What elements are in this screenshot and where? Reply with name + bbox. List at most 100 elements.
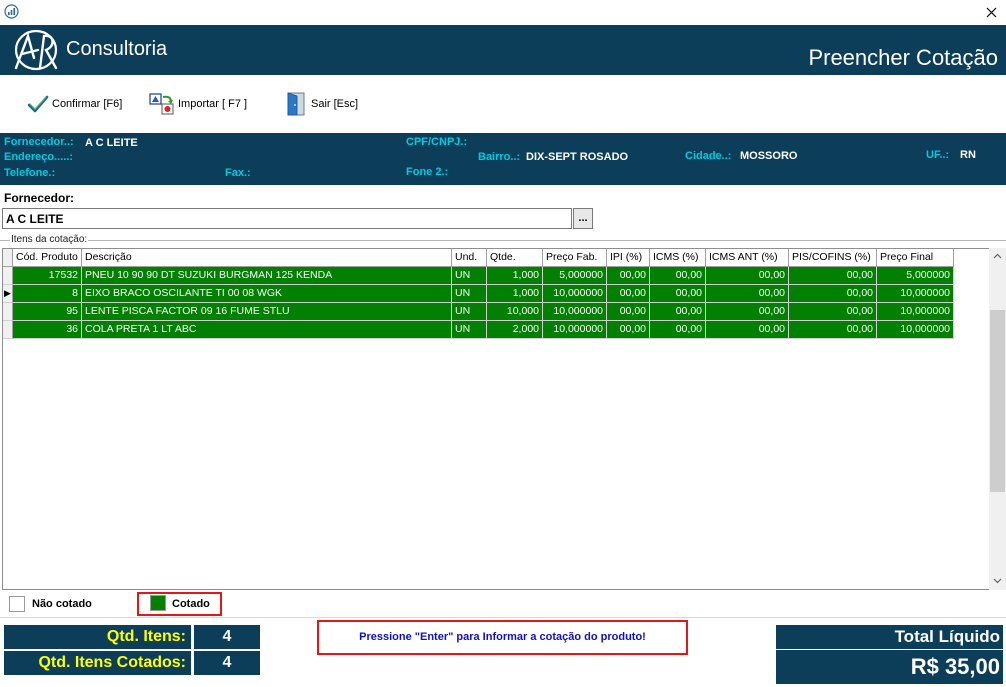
table-cell: 95	[13, 303, 82, 321]
confirm-button[interactable]: Confirmar [F6]	[27, 92, 122, 116]
column-header[interactable]: Preço Final	[877, 249, 954, 267]
table-cell: 10,000000	[877, 303, 954, 321]
table-cell: 00,00	[650, 303, 706, 321]
items-grid[interactable]: Cód. Produto Descrição Und. Qtde. Preço …	[2, 248, 990, 590]
table-cell: 8	[13, 285, 82, 303]
table-cell: 00,00	[789, 267, 877, 285]
table-row[interactable]: ▶ 8 EIXO BRACO OSCILANTE TI 00 08 WGK UN…	[3, 285, 954, 303]
table-cell: 00,00	[789, 303, 877, 321]
table-cell: 10,000000	[543, 285, 607, 303]
column-header[interactable]: Preço Fab.	[543, 249, 607, 267]
logo-text: Consultoria	[66, 38, 168, 60]
page-title: Preencher Cotação	[808, 45, 998, 70]
checkmark-icon	[27, 95, 49, 113]
table-cell: 00,00	[706, 321, 789, 339]
not-quoted-label: Não cotado	[32, 598, 92, 610]
table-row[interactable]: 17532 PNEU 10 90 90 DT SUZUKI BURGMAN 12…	[3, 267, 954, 285]
fornecedor-info-value: A C LEITE	[85, 137, 138, 149]
column-header[interactable]: PIS/COFINS (%)	[789, 249, 877, 267]
table-cell: 00,00	[706, 285, 789, 303]
table-cell: UN	[452, 267, 487, 285]
grid-vertical-scrollbar[interactable]	[989, 248, 1006, 590]
supplier-info-panel: Fornecedor..: A C LEITE CPF/CNPJ.: Ender…	[0, 133, 1006, 185]
cidade-label: Cidade..:	[685, 150, 732, 162]
table-cell: 00,00	[706, 267, 789, 285]
import-icon	[149, 93, 174, 115]
scroll-down-button[interactable]	[989, 573, 1006, 590]
confirm-label: Confirmar [F6]	[52, 98, 123, 110]
table-cell: 10,000000	[543, 321, 607, 339]
current-row-marker: ▶	[3, 285, 13, 303]
total-liquido-label: Total Líquido	[776, 625, 1003, 649]
quoted-label: Cotado	[172, 598, 210, 610]
enter-hint: Pressione "Enter" para Informar a cotaçã…	[317, 620, 688, 655]
cpf-cnpj-label: CPF/CNPJ.:	[406, 136, 468, 148]
telefone-label: Telefone.:	[4, 167, 56, 179]
table-cell: 00,00	[607, 321, 650, 339]
table-cell: UN	[452, 303, 487, 321]
column-header[interactable]: Und.	[452, 249, 487, 267]
company-logo	[14, 29, 58, 71]
items-legend: Itens da cotação:	[10, 234, 89, 245]
table-cell: 00,00	[607, 303, 650, 321]
chevron-up-icon	[993, 253, 1002, 259]
chart-icon	[4, 4, 19, 19]
row-indicator-header	[3, 249, 13, 267]
table-cell: 00,00	[650, 285, 706, 303]
endereco-label: Endereço.....:	[4, 151, 74, 163]
table-row[interactable]: 36 COLA PRETA 1 LT ABC UN 2,000 10,00000…	[3, 321, 954, 339]
scroll-thumb[interactable]	[990, 310, 1005, 492]
table-cell: 17532	[13, 267, 82, 285]
column-header[interactable]: Cód. Produto	[13, 249, 82, 267]
fornecedor-field-label: Fornecedor:	[4, 191, 75, 205]
qtd-itens-value: 4	[194, 625, 260, 649]
cidade-value: MOSSORO	[740, 150, 798, 162]
table-cell: EIXO BRACO OSCILANTE TI 00 08 WGK	[82, 285, 452, 303]
exit-button[interactable]: Sair [Esc]	[286, 92, 358, 116]
scroll-up-button[interactable]	[989, 248, 1006, 265]
fornecedor-lookup-button[interactable]: ...	[573, 208, 593, 229]
uf-label: UF..:	[926, 149, 950, 161]
total-liquido-value: R$ 35,00	[776, 650, 1003, 684]
column-header[interactable]: IPI (%)	[607, 249, 650, 267]
table-cell: 10,000	[487, 303, 543, 321]
column-header[interactable]: ICMS ANT (%)	[706, 249, 789, 267]
bairro-label: Bairro..:	[478, 151, 521, 163]
table-cell: 00,00	[650, 321, 706, 339]
uf-value: RN	[960, 149, 976, 161]
qtd-itens-label: Qtd. Itens:	[4, 625, 191, 649]
column-header[interactable]: Qtde.	[487, 249, 543, 267]
table-cell: 00,00	[650, 267, 706, 285]
toolbar: Confirmar [F6] Importar [ F7 ] Sair [Esc…	[0, 75, 1006, 133]
import-button[interactable]: Importar [ F7 ]	[149, 92, 247, 116]
fax-label: Fax.:	[225, 167, 251, 179]
table-cell: 00,00	[607, 285, 650, 303]
quoted-swatch	[150, 595, 166, 611]
table-row[interactable]: 95 LENTE PISCA FACTOR 09 16 FUME STLU UN…	[3, 303, 954, 321]
table-cell: UN	[452, 321, 487, 339]
bairro-value: DIX-SEPT ROSADO	[526, 151, 629, 163]
close-button[interactable]	[976, 0, 1006, 25]
exit-label: Sair [Esc]	[311, 98, 359, 110]
table-cell: 5,000000	[877, 267, 954, 285]
table-cell: 00,00	[789, 321, 877, 339]
column-header[interactable]: ICMS (%)	[650, 249, 706, 267]
table-cell: 10,000000	[877, 321, 954, 339]
not-quoted-swatch	[9, 596, 25, 612]
table-cell: 00,00	[789, 285, 877, 303]
table-cell: 00,00	[706, 303, 789, 321]
header-banner: Consultoria Preencher Cotação	[0, 25, 1006, 75]
table-cell: 00,00	[607, 267, 650, 285]
table-cell: 2,000	[487, 321, 543, 339]
fone2-label: Fone 2.:	[406, 166, 449, 178]
table-cell: 10,000000	[543, 303, 607, 321]
qtd-cotados-value: 4	[194, 651, 260, 675]
row-indicator	[3, 267, 13, 285]
table-cell: LENTE PISCA FACTOR 09 16 FUME STLU	[82, 303, 452, 321]
fornecedor-input[interactable]: A C LEITE	[2, 208, 572, 229]
table-cell: UN	[452, 285, 487, 303]
fornecedor-info-label: Fornecedor..:	[4, 136, 74, 148]
row-indicator	[3, 303, 13, 321]
table-cell: 10,000000	[877, 285, 954, 303]
column-header[interactable]: Descrição	[82, 249, 452, 267]
